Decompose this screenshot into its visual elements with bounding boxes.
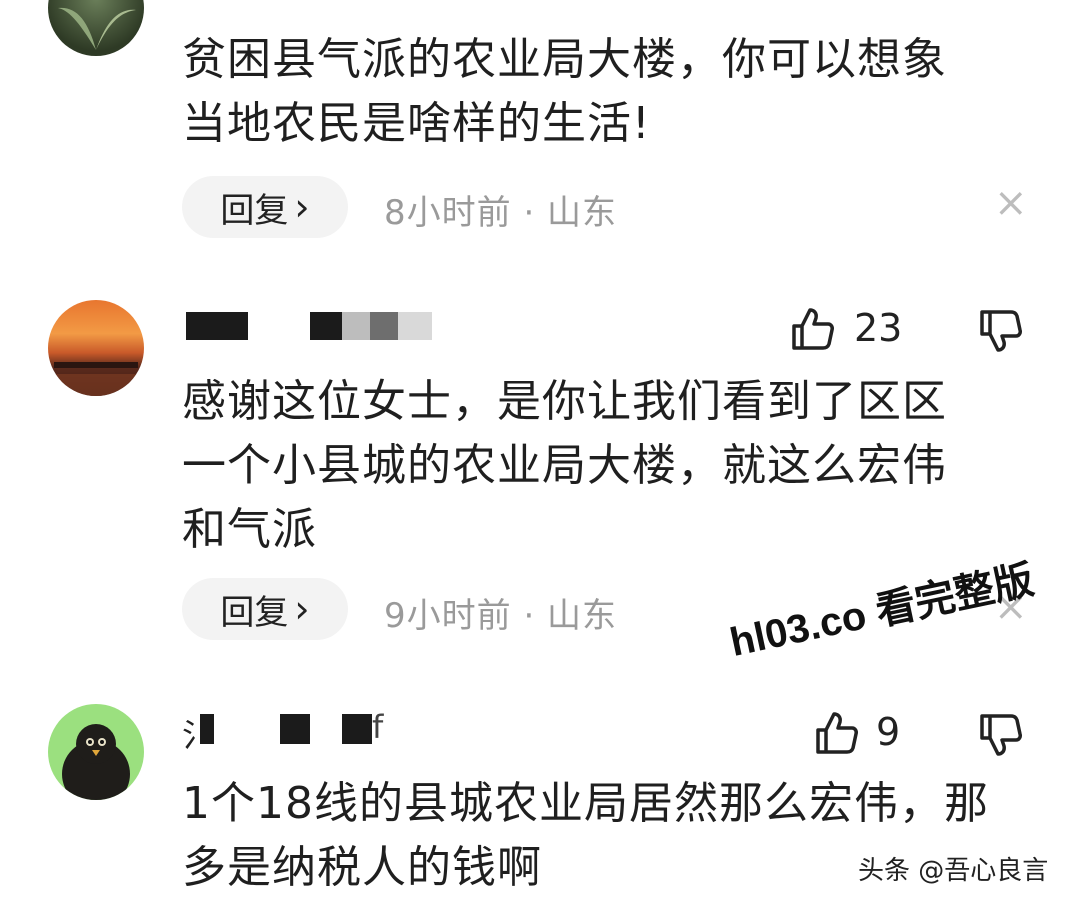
like-count: 9: [876, 710, 901, 754]
chevron-right-icon: ›: [294, 185, 310, 229]
comment-1-text: 贫困县气派的农业局大楼，你可以想象 当地农民是啥样的生活!: [182, 28, 1042, 156]
reply-label: 回复: [220, 592, 289, 633]
sunset-avatar-image: [48, 362, 144, 396]
redaction-block: [310, 312, 342, 340]
thumbs-down-icon: [980, 714, 1022, 756]
redaction-block: [186, 312, 248, 340]
watermark: hl03.co 看完整版: [726, 557, 1038, 666]
username-redacted: 氵 f: [182, 708, 402, 754]
reply-button[interactable]: 回复 ›: [182, 176, 348, 238]
redaction-block: [342, 714, 372, 744]
avatar-plant[interactable]: [48, 0, 144, 56]
comment-1-line-2: 当地农民是啥样的生活!: [182, 98, 651, 149]
thumbs-down-icon: [980, 310, 1022, 352]
username-fragment: f: [372, 708, 384, 746]
redaction-block: [342, 312, 370, 340]
redaction-block: [370, 312, 398, 340]
reply-label: 回复: [220, 190, 289, 231]
like-button[interactable]: [814, 710, 860, 756]
comment-2-line-2: 一个小县城的农业局大楼，就这么宏伟: [182, 440, 947, 491]
thumbs-up-icon: [816, 712, 858, 754]
comment-2-text: 感谢这位女士，是你让我们看到了区区 一个小县城的农业局大楼，就这么宏伟 和气派: [182, 370, 1042, 562]
source-credit: 头条 @吾心良言: [858, 856, 1049, 886]
avatar-sunset[interactable]: [48, 300, 144, 396]
comment-2-line-1: 感谢这位女士，是你让我们看到了区区: [182, 376, 947, 427]
dislike-button[interactable]: [978, 712, 1024, 758]
comment-1-line-1: 贫困县气派的农业局大楼，你可以想象: [182, 34, 947, 85]
username-redacted: [186, 312, 436, 342]
redaction-block: [280, 714, 310, 744]
dislike-button[interactable]: [978, 308, 1024, 354]
comment-2-meta: 9小时前 · 山东: [384, 596, 618, 636]
redaction-block: [398, 312, 432, 340]
penguin-avatar-image: [62, 724, 130, 800]
comment-3-line-1: 1个18线的县城农业局居然那么宏伟，那: [182, 778, 989, 829]
chevron-right-icon: ›: [294, 587, 310, 631]
thumbs-up-icon: [792, 308, 834, 350]
close-icon[interactable]: ×: [994, 180, 1028, 226]
reply-button[interactable]: 回复 ›: [182, 578, 348, 640]
plant-avatar-image: [58, 7, 136, 50]
like-count: 23: [854, 306, 903, 350]
like-button[interactable]: [790, 306, 836, 352]
avatar-penguin[interactable]: [48, 704, 144, 800]
comment-1-meta: 8小时前 · 山东: [384, 193, 618, 233]
comment-2-line-3: 和气派: [182, 504, 317, 555]
redaction-block: [200, 714, 214, 744]
